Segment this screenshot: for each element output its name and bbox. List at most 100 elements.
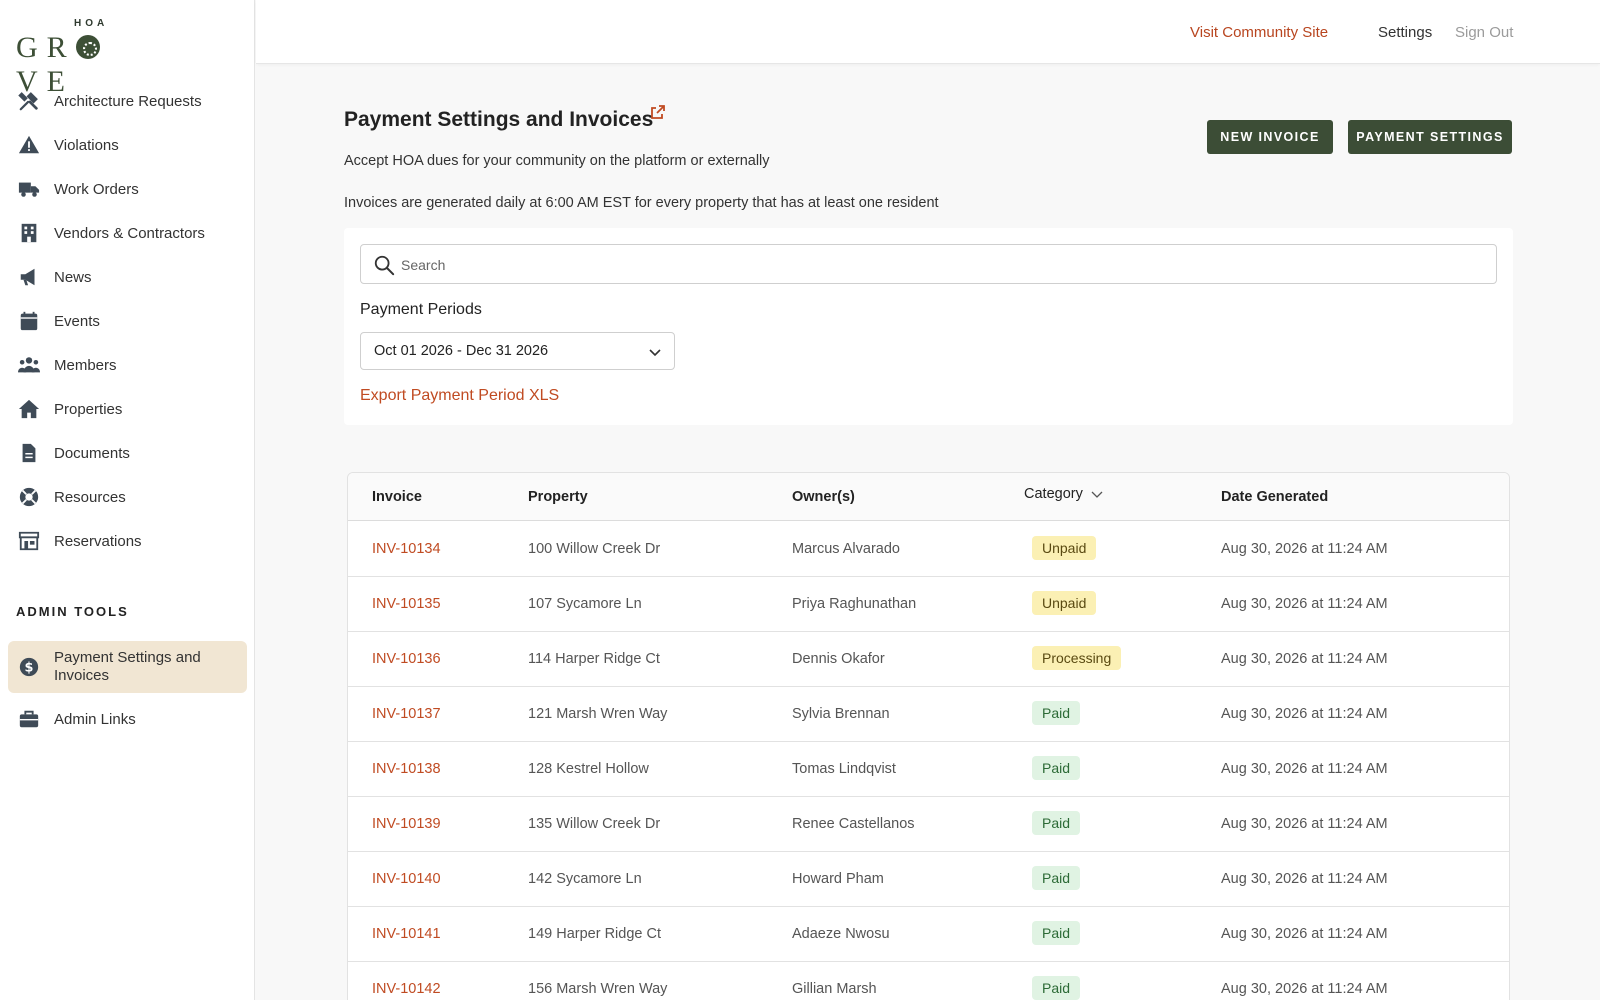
invoice-link[interactable]: INV-10134 — [372, 541, 441, 557]
invoice-link[interactable]: INV-10142 — [372, 981, 441, 997]
date-cell: Aug 30, 2026 at 11:24 AM — [1221, 596, 1388, 612]
table-row[interactable]: INV-10142 156 Marsh Wren Way Gillian Mar… — [348, 962, 1509, 1000]
settings-link[interactable]: Settings — [1378, 24, 1432, 41]
sidebar-item-vendors[interactable]: Vendors & Contractors — [8, 211, 247, 255]
calendar-icon — [18, 310, 40, 332]
table-header: Invoice Property Owner(s) Category Date … — [348, 473, 1509, 521]
invoice-link[interactable]: INV-10138 — [372, 761, 441, 777]
payment-settings-button[interactable]: PAYMENT SETTINGS — [1348, 120, 1512, 154]
megaphone-icon — [18, 266, 40, 288]
invoice-link[interactable]: INV-10139 — [372, 816, 441, 832]
sidebar-item-properties[interactable]: Properties — [8, 387, 247, 431]
payment-period-select[interactable]: Oct 01 2026 - Dec 31 2026 — [360, 332, 675, 370]
sidebar-item-label: Events — [54, 312, 100, 330]
invoice-link[interactable]: INV-10140 — [372, 871, 441, 887]
filter-panel: Payment Periods Oct 01 2026 - Dec 31 202… — [344, 228, 1513, 425]
lifebuoy-icon — [18, 486, 40, 508]
invoice-link[interactable]: INV-10137 — [372, 706, 441, 722]
table-row[interactable]: INV-10141 149 Harper Ridge Ct Adaeze Nwo… — [348, 907, 1509, 962]
date-cell: Aug 30, 2026 at 11:24 AM — [1221, 761, 1388, 777]
sidebar-item-admin-links[interactable]: Admin Links — [8, 697, 247, 741]
invoice-generation-note: Invoices are generated daily at 6:00 AM … — [344, 195, 939, 211]
column-header-owner: Owner(s) — [792, 489, 855, 505]
owner-cell: Adaeze Nwosu — [792, 926, 890, 942]
table-row[interactable]: INV-10140 142 Sycamore Ln Howard Pham Pa… — [348, 852, 1509, 907]
sidebar-item-reservations[interactable]: Reservations — [8, 519, 247, 563]
page-title: Payment Settings and Invoices — [344, 108, 654, 131]
status-badge: Paid — [1032, 811, 1081, 835]
sidebar-item-news[interactable]: News — [8, 255, 247, 299]
sidebar-item-label: Work Orders — [54, 180, 139, 198]
owner-cell: Marcus Alvarado — [792, 541, 900, 557]
property-cell: 114 Harper Ridge Ct — [528, 651, 660, 667]
sidebar: HOA GRVE Architecture Requests Violation… — [0, 0, 255, 1000]
sign-out-link[interactable]: Sign Out — [1455, 24, 1513, 41]
property-cell: 128 Kestrel Hollow — [528, 761, 649, 777]
date-cell: Aug 30, 2026 at 11:24 AM — [1221, 816, 1388, 832]
sidebar-item-label: Resources — [54, 488, 126, 506]
date-cell: Aug 30, 2026 at 11:24 AM — [1221, 926, 1388, 942]
table-row[interactable]: INV-10134 100 Willow Creek Dr Marcus Alv… — [348, 522, 1509, 577]
table-row[interactable]: INV-10139 135 Willow Creek Dr Renee Cast… — [348, 797, 1509, 852]
status-badge: Paid — [1032, 701, 1081, 725]
table-row[interactable]: INV-10137 121 Marsh Wren Way Sylvia Bren… — [348, 687, 1509, 742]
search-input[interactable] — [401, 253, 1481, 277]
property-cell: 149 Harper Ridge Ct — [528, 926, 661, 942]
invoice-table: Invoice Property Owner(s) Category Date … — [347, 472, 1510, 1000]
dollar-icon: $ — [18, 656, 40, 678]
owner-cell: Priya Raghunathan — [792, 596, 917, 612]
chevron-down-icon — [1091, 491, 1103, 498]
sidebar-item-label: Properties — [54, 400, 123, 418]
date-cell: Aug 30, 2026 at 11:24 AM — [1221, 706, 1388, 722]
sidebar-item-resources[interactable]: Resources — [8, 475, 247, 519]
people-icon — [18, 354, 40, 376]
sidebar-item-architecture-requests[interactable]: Architecture Requests — [8, 79, 247, 123]
visit-community-site-link[interactable]: Visit Community Site — [1190, 24, 1328, 41]
sidebar-item-members[interactable]: Members — [8, 343, 247, 387]
status-badge: Unpaid — [1032, 591, 1097, 615]
date-cell: Aug 30, 2026 at 11:24 AM — [1221, 981, 1388, 997]
owner-cell: Dennis Okafor — [792, 651, 885, 667]
status-badge: Paid — [1032, 866, 1081, 890]
table-row[interactable]: INV-10138 128 Kestrel Hollow Tomas Lindq… — [348, 742, 1509, 797]
sidebar-item-violations[interactable]: Violations — [8, 123, 247, 167]
page-subtitle: Accept HOA dues for your community on th… — [344, 153, 770, 169]
table-row[interactable]: INV-10136 114 Harper Ridge Ct Dennis Oka… — [348, 632, 1509, 687]
sidebar-item-label: Payment Settings and Invoices — [54, 649, 201, 684]
sidebar-item-documents[interactable]: Documents — [8, 431, 247, 475]
search-box[interactable] — [360, 244, 1497, 284]
sidebar-item-payment-settings[interactable]: $ Payment Settings and Invoices — [8, 641, 247, 693]
sidebar-item-label: Admin Links — [54, 710, 136, 728]
payment-periods-label: Payment Periods — [360, 301, 482, 318]
home-icon — [18, 398, 40, 420]
table-row[interactable]: INV-10135 107 Sycamore Ln Priya Raghunat… — [348, 577, 1509, 632]
new-invoice-button[interactable]: NEW INVOICE — [1207, 120, 1333, 154]
property-cell: 156 Marsh Wren Way — [528, 981, 668, 997]
invoice-link[interactable]: INV-10135 — [372, 596, 441, 612]
sidebar-item-label: News — [54, 268, 92, 286]
owner-cell: Tomas Lindqvist — [792, 761, 896, 777]
sidebar-item-events[interactable]: Events — [8, 299, 247, 343]
sidebar-item-label: Members — [54, 356, 117, 374]
sidebar-item-label: Vendors & Contractors — [54, 224, 205, 242]
tools-icon — [18, 90, 40, 112]
sidebar-item-work-orders[interactable]: Work Orders — [8, 167, 247, 211]
date-cell: Aug 30, 2026 at 11:24 AM — [1221, 651, 1388, 667]
invoice-link[interactable]: INV-10141 — [372, 926, 441, 942]
owner-cell: Renee Castellanos — [792, 816, 915, 832]
property-cell: 121 Marsh Wren Way — [528, 706, 668, 722]
truck-icon — [18, 178, 40, 200]
invoice-link[interactable]: INV-10136 — [372, 651, 441, 667]
property-cell: 107 Sycamore Ln — [528, 596, 642, 612]
external-link-icon[interactable] — [651, 105, 665, 119]
admin-nav: $ Payment Settings and Invoices Admin Li… — [8, 641, 247, 741]
export-xls-link[interactable]: Export Payment Period XLS — [360, 387, 559, 405]
building-icon — [18, 222, 40, 244]
column-header-category[interactable]: Category — [1024, 486, 1103, 502]
hoa-grove-logo[interactable]: HOA GRVE — [16, 18, 166, 98]
status-badge: Paid — [1032, 976, 1081, 1000]
column-header-date: Date Generated — [1221, 489, 1329, 505]
main-nav: Architecture Requests Violations Work Or… — [8, 79, 247, 563]
warning-icon — [18, 134, 40, 156]
owner-cell: Sylvia Brennan — [792, 706, 890, 722]
